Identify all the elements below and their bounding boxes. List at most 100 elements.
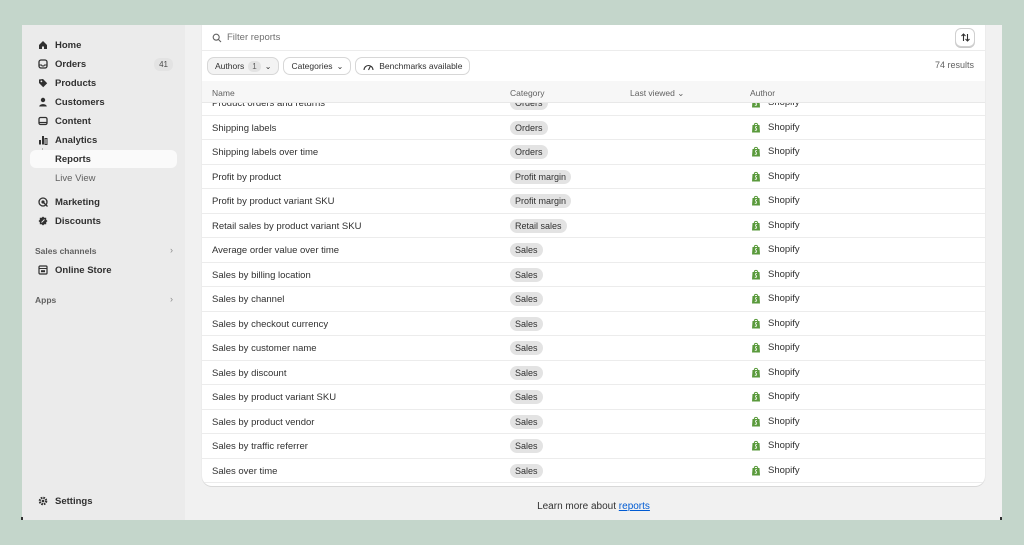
sidebar-item-marketing[interactable]: Marketing [30,193,177,211]
table-row[interactable]: Sales by product variant SKU Sales Shopify [202,385,985,410]
author-cell: Shopify [751,269,800,280]
table-row[interactable]: Sales by traffic referrer Sales Shopify [202,434,985,459]
sidebar-item-customers[interactable]: Customers [30,93,177,111]
table-row[interactable]: Sales by billing location Sales Shopify [202,263,985,287]
sidebar-item-orders[interactable]: Orders 41 [30,55,177,73]
table-row[interactable]: Retail sales by product variant SKU Retai… [202,214,985,238]
reports-table-rows: Product orders and returnsOrdersShopifyS… [202,103,985,483]
sidebar-item-label: Marketing [55,196,100,208]
table-row[interactable]: Profit by product variant SKU Profit marg… [202,189,985,214]
content-icon [37,115,49,127]
sidebar-item-products[interactable]: Products [30,74,177,92]
category-badge: Sales [510,292,543,306]
table-row[interactable]: Sales by discount Sales Shopify [202,361,985,385]
category-badge: Orders [510,120,548,135]
author-name: Shopify [768,293,800,304]
table-row[interactable]: Shipping labels over time Orders Shopify [202,140,985,165]
shopify-bag-icon [752,416,760,426]
report-name[interactable]: Profit by product variant SKU [212,196,335,207]
report-name[interactable]: Product orders and returns [212,103,325,109]
filter-reports-input[interactable] [227,32,827,43]
author-name: Shopify [768,391,800,402]
author-cell: Shopify [751,244,800,255]
category-badge: Orders [510,103,548,110]
report-name[interactable]: Sales by channel [212,294,284,305]
author-cell: Shopify [751,416,800,427]
table-row[interactable]: Product orders and returns Orders Shopify [202,103,985,116]
sort-button[interactable] [955,28,975,47]
table-row[interactable]: Sales by channel Sales Shopify [202,287,985,312]
shopify-bag-icon [752,244,760,255]
report-name[interactable]: Shipping labels over time [212,147,318,158]
report-name[interactable]: Sales by billing location [212,270,311,281]
category-badge: Sales [510,267,543,282]
category-badge: Sales [510,341,543,355]
reports-help-link[interactable]: reports [619,501,650,512]
category-badge: Sales [510,365,543,380]
author-name: Shopify [768,103,800,108]
author-cell: Shopify [751,220,800,231]
report-name[interactable]: Sales by traffic referrer [212,441,308,452]
sidebar-item-home[interactable]: Home [30,36,177,54]
learn-more-text: Learn more about reports [185,501,1002,512]
sidebar-item-reports[interactable]: Reports [30,150,177,168]
benchmarks-filter-button[interactable]: Benchmarks available [355,57,471,75]
table-row[interactable]: Sales by checkout currency Sales Shopify [202,312,985,336]
sidebar-item-label: Online Store [55,264,112,276]
authors-filter-button[interactable]: Authors 1 ⌄ [207,57,280,75]
gauge-icon [363,62,374,71]
sidebar-item-label: Reports [55,153,91,165]
tag-icon [37,77,49,89]
author-name: Shopify [768,366,800,378]
report-name[interactable]: Shipping labels [212,123,276,134]
report-name[interactable]: Sales over time [212,466,277,477]
sidebar-item-online-store[interactable]: Online Store [30,261,177,279]
results-count: 74 results [934,60,974,70]
report-name[interactable]: Sales by checkout currency [212,319,328,330]
column-header-name[interactable]: Name [212,88,235,98]
shopify-bag-icon [752,195,760,206]
author-name: Shopify [768,317,800,329]
report-name[interactable]: Average order value over time [212,245,339,256]
table-row[interactable]: Shipping labels Orders Shopify [202,116,985,140]
table-row[interactable]: Sales by product vendor Sales Shopify [202,410,985,434]
report-name[interactable]: Sales by customer name [212,343,317,354]
shopify-bag-icon [752,122,760,132]
sidebar-item-content[interactable]: Content [30,112,177,130]
author-name: Shopify [768,244,800,255]
author-cell: Shopify [751,342,800,353]
chevron-right-icon[interactable]: › [170,294,173,304]
report-name[interactable]: Sales by product variant SKU [212,392,336,403]
table-row[interactable]: Average order value over time Sales Shopif… [202,238,985,263]
sidebar-item-discounts[interactable]: Discounts [30,212,177,230]
column-header-author[interactable]: Author [750,88,775,98]
column-header-last-viewed[interactable]: Last viewed ⌄ [630,88,684,99]
orders-icon [37,58,49,70]
apps-heading[interactable]: Apps [35,295,56,305]
author-cell: Shopify [751,440,800,451]
report-name[interactable]: Sales by product vendor [212,417,314,428]
column-header-category[interactable]: Category [510,88,545,98]
categories-filter-button[interactable]: Categories ⌄ [283,57,352,75]
category-badge: Sales [510,439,543,453]
sales-channels-heading[interactable]: Sales channels [35,246,96,256]
author-name: Shopify [768,342,800,353]
table-row[interactable]: Sales over time Sales Shopify [202,459,985,483]
category-badge: Orders [510,145,548,159]
shopify-bag-icon [752,342,760,353]
shopify-bag-icon [752,269,760,279]
author-name: Shopify [768,268,800,280]
sidebar-item-analytics[interactable]: Analytics [30,131,177,149]
author-cell: Shopify [751,391,800,402]
table-row[interactable]: Sales by customer name Sales Shopify [202,336,985,361]
table-row[interactable]: Profit by product Profit margin Shopify [202,165,985,189]
category-badge: Retail sales [510,218,567,233]
sidebar-item-live-view[interactable]: Live View [30,169,177,187]
category-badge: Sales [510,390,543,404]
report-name[interactable]: Sales by discount [212,368,286,379]
author-cell: Shopify [751,122,800,133]
sidebar-item-settings[interactable]: Settings [30,492,177,510]
report-name[interactable]: Profit by product [212,172,281,183]
report-name[interactable]: Retail sales by product variant SKU [212,221,361,232]
chevron-right-icon[interactable]: › [170,245,173,255]
